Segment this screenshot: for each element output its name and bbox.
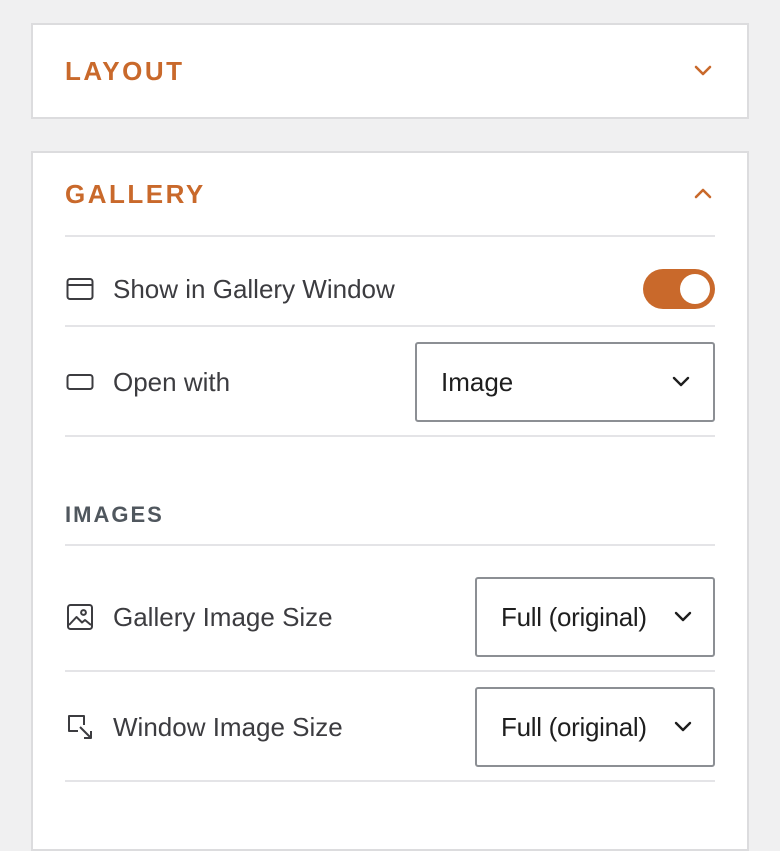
open-with-select[interactable]: Image: [415, 342, 715, 422]
window-image-size-select[interactable]: Full (original): [475, 687, 715, 767]
layout-panel-header[interactable]: LAYOUT: [65, 25, 715, 117]
window-image-size-row: Window Image Size Full (original): [65, 687, 715, 767]
open-with-row: Open with Image: [65, 342, 715, 422]
resize-arrow-icon: [68, 715, 92, 739]
chevron-down-icon: [672, 376, 690, 387]
row-divider: [65, 670, 715, 672]
layout-panel: LAYOUT: [31, 23, 749, 119]
window-image-size-value: Full (original): [501, 711, 647, 742]
section-divider: [65, 544, 715, 546]
row-divider: [65, 435, 715, 437]
chevron-down-icon[interactable]: [691, 59, 715, 83]
open-with-value: Image: [441, 366, 514, 397]
header-divider: [65, 235, 715, 237]
gallery-panel-header[interactable]: GALLERY: [65, 153, 715, 235]
gallery-image-size-value: Full (original): [501, 601, 647, 632]
images-section-title: IMAGES: [65, 502, 164, 527]
gallery-image-size-row: Gallery Image Size Full (original): [65, 577, 715, 657]
rectangle-icon: [66, 374, 94, 390]
show-in-gallery-window-label: Show in Gallery Window: [113, 273, 395, 304]
show-in-gallery-window-row: Show in Gallery Window: [65, 253, 715, 325]
row-divider: [65, 325, 715, 327]
open-with-label: Open with: [113, 366, 231, 397]
toggle-knob: [680, 274, 710, 304]
chevron-up-icon[interactable]: [691, 182, 715, 206]
image-icon: [67, 604, 93, 630]
gallery-image-size-select[interactable]: Full (original): [475, 577, 715, 657]
chevron-down-icon: [674, 721, 692, 732]
show-in-gallery-window-toggle[interactable]: [643, 269, 715, 309]
layout-panel-title: LAYOUT: [65, 55, 185, 86]
browser-window-icon: [66, 278, 94, 300]
window-image-size-label: Window Image Size: [113, 711, 343, 742]
gallery-panel: GALLERY Show in Gallery Window Open with…: [31, 151, 749, 851]
gallery-panel-title: GALLERY: [65, 178, 206, 209]
row-divider: [65, 780, 715, 782]
chevron-down-icon: [674, 611, 692, 622]
gallery-image-size-label: Gallery Image Size: [113, 601, 333, 632]
